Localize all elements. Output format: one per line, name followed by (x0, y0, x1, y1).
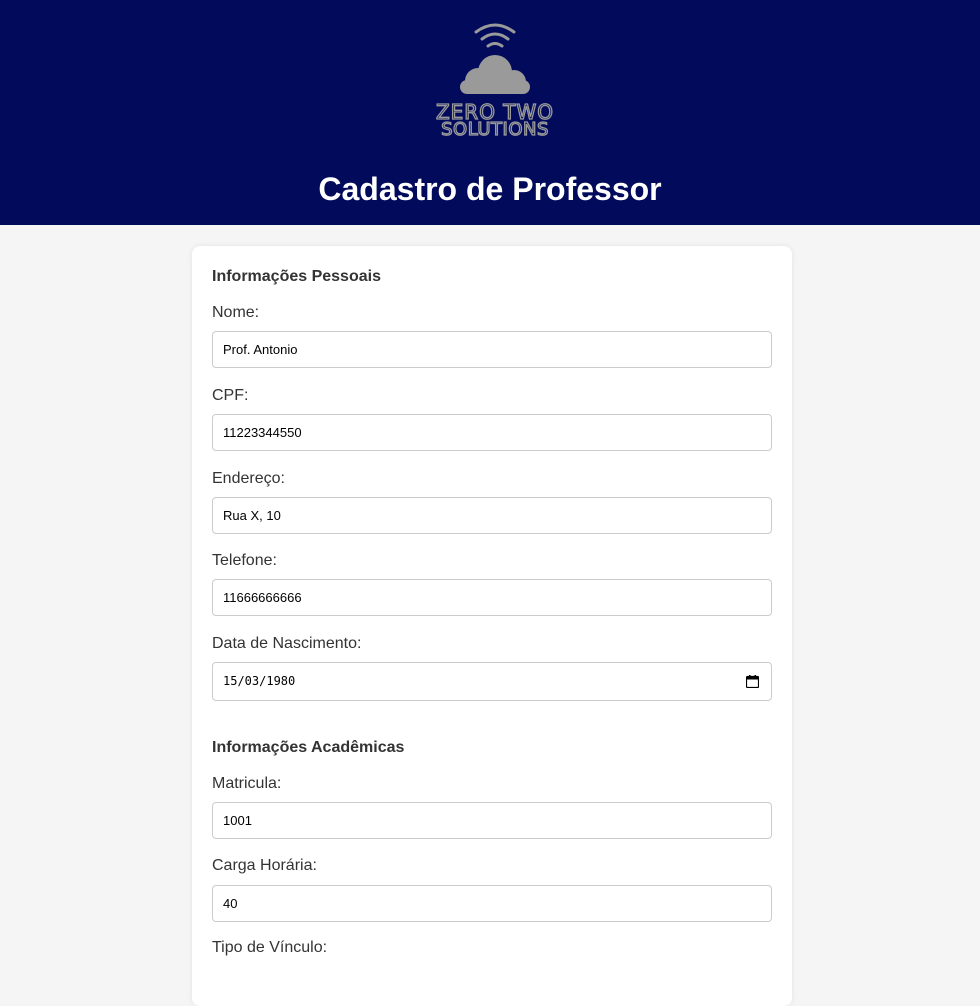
cpf-label: CPF: (212, 387, 249, 404)
vinculo-label: Tipo de Vínculo: (212, 939, 328, 956)
matricula-input[interactable]: 1001 (212, 802, 772, 839)
section-title-personal: Informações Pessoais (212, 268, 381, 285)
zero-two-solutions-logo: ZERO TWO SOLUTIONS (435, 23, 554, 138)
brand-line-2: SOLUTIONS (441, 119, 549, 138)
cpf-input[interactable]: 11223344550 (212, 414, 772, 451)
nascimento-date-input[interactable]: 15/03/1980 (212, 662, 772, 701)
matricula-label: Matricula: (212, 775, 282, 792)
wifi-icon (474, 23, 516, 48)
form-card: Informações Pessoais Nome: Prof. Antonio… (192, 246, 792, 1006)
telefone-label: Telefone: (212, 552, 277, 569)
nascimento-label: Data de Nascimento: (212, 635, 362, 652)
carga-input[interactable]: 40 (212, 885, 772, 922)
section-title-academic: Informações Acadêmicas (212, 739, 405, 756)
nascimento-date-value: 15/03/1980 (223, 674, 296, 688)
cloud-icon (460, 55, 530, 94)
page-title: Cadastro de Professor (318, 171, 662, 207)
nome-label: Nome: (212, 304, 260, 321)
page-header: ZERO TWO SOLUTIONS Cadastro de Professor (0, 0, 980, 225)
endereco-input[interactable]: Rua X, 10 (212, 497, 772, 534)
telefone-input[interactable]: 11666666666 (212, 579, 772, 616)
calendar-icon[interactable] (746, 675, 759, 688)
endereco-label: Endereço: (212, 470, 285, 487)
carga-label: Carga Horária: (212, 857, 317, 874)
nome-input[interactable]: Prof. Antonio (212, 331, 772, 368)
